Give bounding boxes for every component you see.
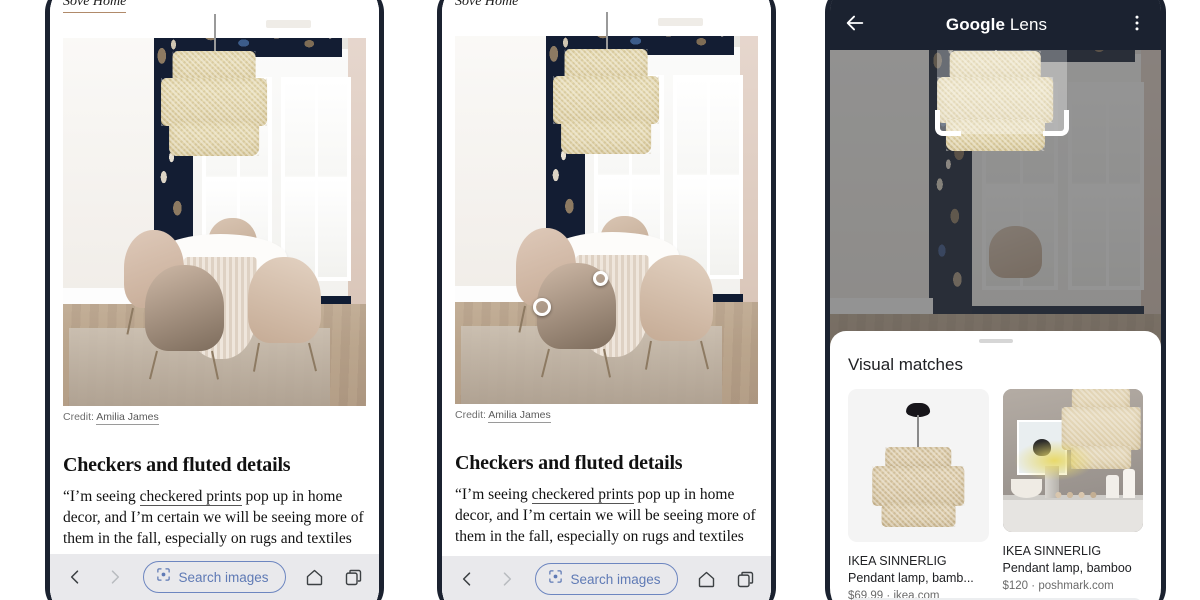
article-hero-image[interactable]: [63, 14, 366, 406]
photo-ceiling-vent: [266, 19, 312, 29]
match-brand: IKEA SINNERLIG: [1002, 544, 1102, 558]
home-icon[interactable]: [695, 568, 717, 590]
body-inline-link[interactable]: checkered prints: [531, 486, 634, 504]
credit-photographer[interactable]: Amilia James: [488, 409, 551, 423]
body-inline-link[interactable]: checkered prints: [139, 488, 242, 506]
visual-matches-grid: IKEA SINNERLIG Pendant lamp, bamb... $69…: [848, 389, 1143, 600]
selection-corner-bottom-right[interactable]: [1043, 110, 1069, 136]
phone-2-screen: Sové Home Credit: Amilia James Checkers …: [442, 0, 771, 600]
credit-label: Credit:: [63, 411, 94, 423]
lamp-tier-bottom: [169, 121, 260, 156]
search-images-button[interactable]: Search images: [143, 561, 286, 593]
window-mullion-vertical: [707, 78, 711, 275]
home-icon[interactable]: [303, 566, 325, 588]
photo-chair-front: [144, 264, 224, 380]
photo-window-right: [281, 76, 351, 281]
lamp-tier-middle: [553, 75, 660, 125]
lamp-cord: [917, 415, 920, 451]
three-phone-screenshot-stage: Sové Home Credit: Amilia James Checkers …: [0, 0, 1200, 600]
room-decor-balls: [1053, 487, 1107, 498]
dining-room-photo: [63, 14, 366, 406]
lamp-tier-bottom: [881, 502, 956, 527]
photo-ceiling-vent: [658, 17, 704, 27]
visual-match-card[interactable]: IKEA SINNERLIG Pendant lamp, bamboo $120…: [1002, 389, 1144, 600]
match-source: poshmark.com: [1038, 580, 1114, 592]
article-hero-image[interactable]: [455, 12, 758, 404]
chevron-right-icon[interactable]: [104, 566, 126, 588]
chevron-left-icon[interactable]: [64, 566, 86, 588]
lens-top-bar: Google Lens: [830, 0, 1161, 50]
chevron-left-icon[interactable]: [456, 568, 478, 590]
phone-panel-google-lens: Google Lens Visual matches IKEA SINNERLI…: [825, 0, 1166, 600]
selection-dot-chair[interactable]: [533, 298, 551, 316]
more-vertical-icon[interactable]: [1127, 13, 1147, 38]
back-arrow-icon[interactable]: [844, 12, 866, 39]
body-text-before-link: “I’m seeing: [455, 486, 532, 503]
google-lens-icon: [156, 567, 171, 587]
ikea-pendant-lamp-product-photo[interactable]: [848, 389, 989, 542]
lens-selection-box[interactable]: [935, 50, 1069, 136]
window-mullion-vertical: [315, 80, 319, 277]
visual-matches-title: Visual matches: [848, 355, 963, 374]
article-page: Sové Home Credit: Amilia James Checkers …: [50, 0, 379, 600]
search-images-label: Search images: [178, 569, 269, 585]
browser-bottom-bar: Search images: [50, 554, 379, 600]
site-brand[interactable]: Sové Home: [63, 0, 127, 13]
room-counter: [1002, 494, 1143, 532]
article-page: Sové Home Credit: Amilia James Checkers …: [442, 0, 771, 600]
lens-screen: Google Lens Visual matches IKEA SINNERLI…: [830, 0, 1161, 600]
browser-bottom-bar: Search images: [442, 556, 771, 600]
article-headline: Checkers and fluted details: [455, 452, 683, 474]
match-separator: ·: [1031, 580, 1036, 592]
room-lamp-glow: [1013, 440, 1096, 481]
photo-pendant-lamp: [157, 41, 272, 163]
lamp-tier-bottom: [561, 119, 652, 154]
tabs-icon[interactable]: [343, 566, 365, 588]
visual-match-card[interactable]: IKEA SINNERLIG Pendant lamp, bamb... $69…: [848, 389, 989, 600]
article-body: “I’m seeing checkered prints pop up in h…: [455, 484, 758, 547]
phone-panel-article-with-selection: Sové Home Credit: Amilia James Checkers …: [437, 0, 776, 600]
body-text-before-link: “I’m seeing: [63, 488, 140, 505]
sheet-drag-handle[interactable]: [978, 339, 1013, 343]
image-credit: Credit: Amilia James: [455, 409, 551, 423]
photo-chair-right: [247, 257, 321, 373]
lens-title-google: Google: [945, 15, 1006, 34]
tabs-icon[interactable]: [735, 568, 757, 590]
article-body: “I’m seeing checkered prints pop up in h…: [63, 486, 366, 549]
selection-corner-bottom-left[interactable]: [935, 110, 961, 136]
photo-window-right: [673, 74, 743, 279]
chevron-right-icon[interactable]: [496, 568, 518, 590]
visual-matches-sheet: Visual matches IKEA SINNERLIG Pendant la…: [830, 331, 1161, 600]
photo-chair-right: [639, 255, 713, 371]
credit-label: Credit:: [455, 409, 486, 421]
search-images-button[interactable]: Search images: [535, 563, 678, 595]
lens-image-viewport[interactable]: Visual matches IKEA SINNERLIG Pendant la…: [830, 50, 1161, 600]
match-price: $120: [1002, 580, 1029, 592]
match-name: Pendant lamp, bamb...: [848, 571, 974, 585]
room-vase-small: [1106, 474, 1120, 498]
lamp-tier-middle: [871, 466, 965, 506]
search-images-label: Search images: [570, 571, 661, 587]
lamp-tier-middle: [161, 77, 268, 127]
phone-panel-article: Sové Home Credit: Amilia James Checkers …: [45, 0, 384, 600]
phone-1-screen: Sové Home Credit: Amilia James Checkers …: [50, 0, 379, 600]
match-name: Pendant lamp, bamboo: [1002, 561, 1132, 575]
pendant-lamp-room-scene-photo[interactable]: [1002, 389, 1143, 532]
image-credit: Credit: Amilia James: [63, 411, 159, 425]
lamp-shade: [871, 447, 965, 527]
article-headline: Checkers and fluted details: [63, 454, 291, 476]
room-bowl: [1010, 479, 1042, 498]
match-price-source: $120 · poshmark.com: [1003, 580, 1144, 592]
google-lens-icon: [548, 569, 563, 589]
lens-title: Google Lens: [866, 15, 1127, 35]
credit-photographer[interactable]: Amilia James: [96, 411, 159, 425]
match-brand: IKEA SINNERLIG: [848, 554, 947, 568]
photo-pendant-lamp: [549, 39, 664, 161]
dining-room-photo: [455, 12, 758, 404]
selection-dot-lamp[interactable]: [593, 271, 608, 286]
lens-title-lens: Lens: [1005, 15, 1048, 34]
